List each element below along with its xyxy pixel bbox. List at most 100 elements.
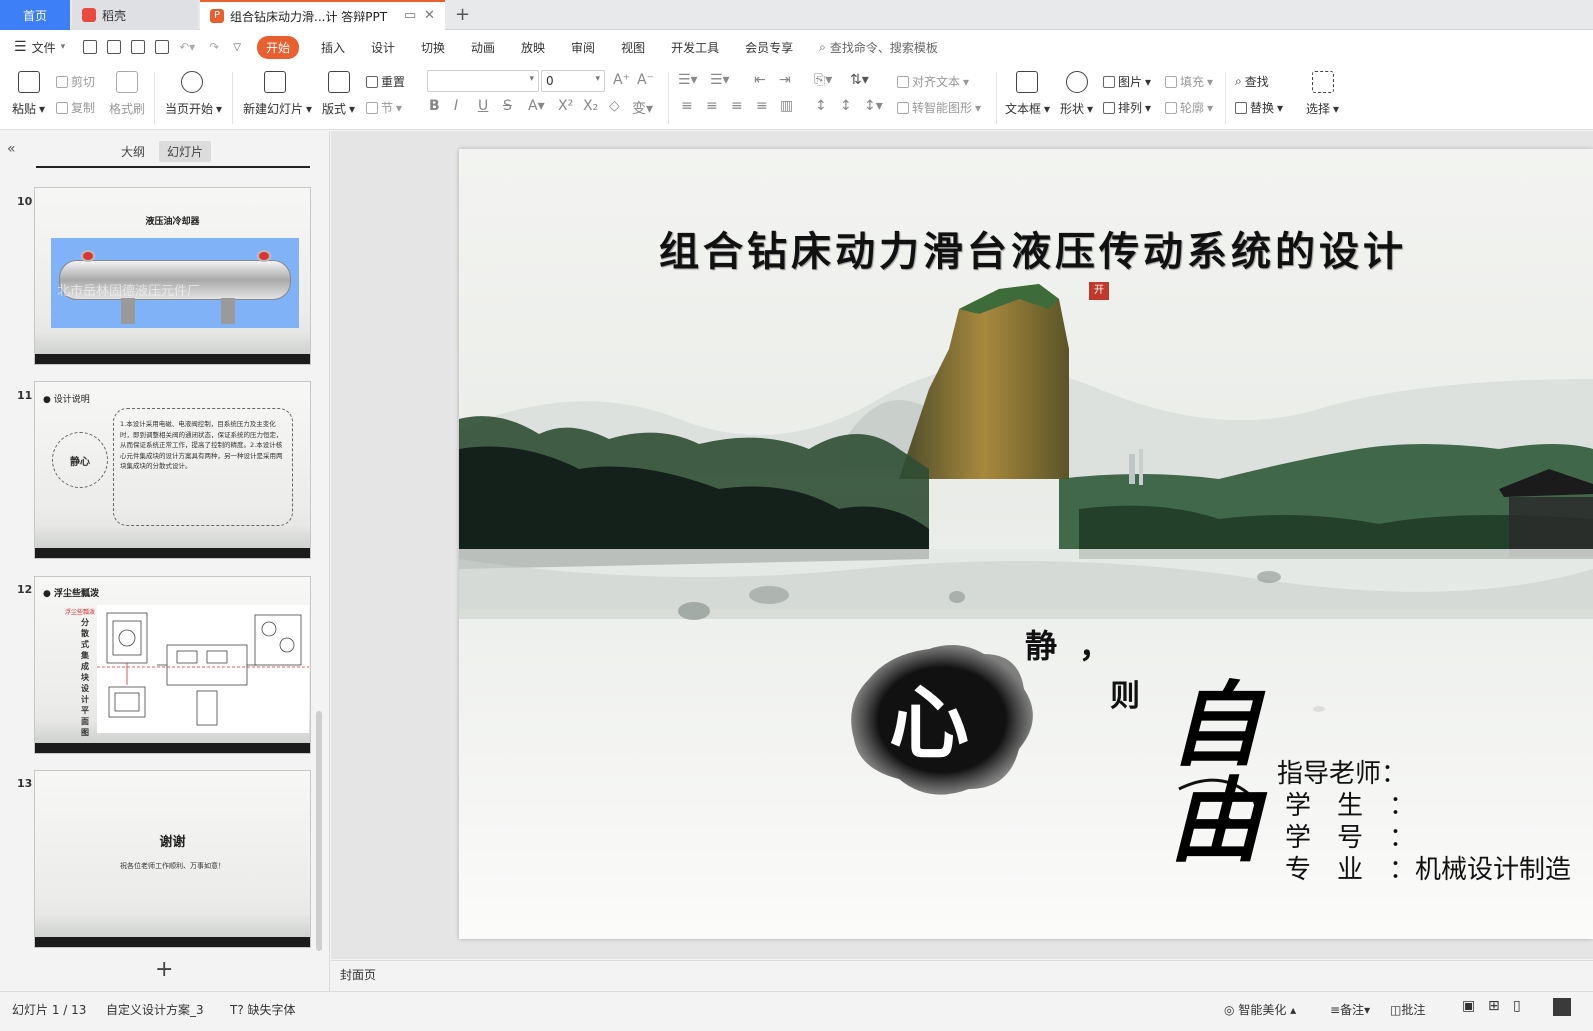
subscript-icon[interactable]: X₂ <box>583 98 598 114</box>
strikethrough-icon[interactable]: S <box>503 98 512 114</box>
print-icon[interactable] <box>131 40 146 54</box>
line-spacing-icon[interactable]: ↕ <box>815 98 827 114</box>
select-icon[interactable] <box>1312 71 1334 93</box>
beautify-button[interactable]: ◎ 智能美化 ▴ <box>1224 1001 1296 1018</box>
text-direction-icon[interactable]: ⎘▾ <box>814 72 832 88</box>
slide-title[interactable]: 组合钻床动力滑台液压传动系统的设计 <box>659 219 1407 277</box>
bullet-list-icon[interactable]: ☰▾ <box>678 72 698 88</box>
align-right-icon[interactable]: ≡ <box>731 98 743 114</box>
tab-slides[interactable]: 幻灯片 <box>159 141 212 162</box>
menu-animation[interactable]: 动画 <box>471 39 495 56</box>
layout-button[interactable]: 版式 ▾ <box>322 100 355 117</box>
font-size-select[interactable]: 0 ▾ <box>541 70 605 92</box>
clear-format-icon[interactable]: ◇ <box>609 98 620 114</box>
italic-icon[interactable]: I <box>454 98 458 114</box>
align-left-icon[interactable]: ≡ <box>681 98 693 114</box>
menu-transition[interactable]: 切换 <box>421 39 445 56</box>
picture-button[interactable]: 图片 ▾ <box>1103 73 1151 90</box>
menu-insert[interactable]: 插入 <box>321 39 345 56</box>
from-current-button[interactable]: 当页开始 ▾ <box>165 100 222 117</box>
tab-docer[interactable]: 稻壳 <box>72 0 198 30</box>
grow-font-icon[interactable]: A⁺ <box>613 72 630 88</box>
menu-view[interactable]: 视图 <box>621 39 645 56</box>
tab-outline[interactable]: 大纲 <box>113 141 153 162</box>
justify-icon[interactable]: ≡ <box>756 98 768 114</box>
current-slide[interactable]: 组合钻床动力滑台液压传动系统的设计 开 心 静 ， 则 自由 指导老师： 学 生… <box>459 149 1593 939</box>
decrease-indent-icon[interactable]: ⇤ <box>754 72 766 88</box>
smartart-button[interactable]: 转智能图形 ▾ <box>897 99 981 116</box>
slide-thumbnail-10[interactable]: 液压油冷却器 北市岳林固德液压元件厂 <box>34 187 311 365</box>
new-slide-button[interactable]: 新建幻灯片 ▾ <box>243 100 312 117</box>
notes-pane[interactable]: 封面页 <box>331 960 1593 990</box>
slide-thumbnail-11[interactable]: ● 设计说明 静心 1.本设计采用电磁、电液阀控制，目系统压力及主变化时，即到调… <box>34 381 311 559</box>
copy-button[interactable]: 复制 <box>56 99 95 116</box>
add-slide-button[interactable]: + <box>155 957 173 982</box>
command-search[interactable]: 查找命令、搜索模板 <box>830 39 938 56</box>
print-preview-icon[interactable] <box>155 40 170 54</box>
section-button[interactable]: 节 ▾ <box>366 99 402 116</box>
slide-thumbnail-12[interactable]: ● 浮尘些瓢泼 浮尘些瓢泼 分散式集成块设计平面图 <box>34 576 311 754</box>
menu-start[interactable]: 开始 <box>256 35 299 59</box>
spacing-more-icon[interactable]: ↕▾ <box>864 98 883 114</box>
reading-view-icon[interactable]: ▯ <box>1513 998 1521 1014</box>
shape-icon[interactable] <box>1066 71 1088 93</box>
layout-icon[interactable] <box>328 71 350 93</box>
play-icon[interactable] <box>181 71 203 93</box>
missing-font-button[interactable]: T? 缺失字体 <box>230 1001 296 1018</box>
align-text-button[interactable]: 对齐文本 ▾ <box>897 73 969 90</box>
save-icon[interactable] <box>83 40 98 54</box>
bold-icon[interactable]: B <box>429 98 440 114</box>
menu-membership[interactable]: 会员专享 <box>745 39 793 56</box>
panel-scrollbar[interactable] <box>316 711 322 951</box>
textbox-button[interactable]: 文本框 ▾ <box>1005 100 1050 117</box>
close-tab-icon[interactable]: ✕ <box>424 8 435 23</box>
collapse-panel-icon[interactable]: « <box>7 141 16 157</box>
superscript-icon[interactable]: X² <box>558 98 573 114</box>
paste-button[interactable]: 粘贴 ▾ <box>12 100 45 117</box>
tab-home[interactable]: 首页 <box>0 0 70 30</box>
underline-icon[interactable]: U <box>478 98 488 114</box>
align-center-icon[interactable]: ≡ <box>706 98 718 114</box>
font-color-icon[interactable]: A▾ <box>528 98 545 114</box>
undo-icon[interactable]: ↶▾ <box>179 40 195 54</box>
shrink-font-icon[interactable]: A⁻ <box>637 72 654 88</box>
comments-button[interactable]: ◫批注 <box>1390 1001 1425 1018</box>
replace-button[interactable]: 替换 ▾ <box>1235 99 1283 116</box>
menu-design[interactable]: 设计 <box>371 39 395 56</box>
cut-button[interactable]: 剪切 <box>56 73 95 90</box>
find-button[interactable]: ⌕ 查找 <box>1235 73 1269 90</box>
menu-review[interactable]: 审阅 <box>571 39 595 56</box>
new-tab-button[interactable]: + <box>455 4 470 25</box>
slide-thumbnail-13[interactable]: 谢谢 祝各位老师工作顺利、万事如意！ <box>34 770 311 948</box>
shape-button[interactable]: 形状 ▾ <box>1060 100 1093 117</box>
customize-icon[interactable]: ▽ <box>233 42 241 53</box>
textbox-icon[interactable] <box>1016 71 1038 93</box>
menu-developer[interactable]: 开发工具 <box>671 39 719 56</box>
normal-view-icon[interactable]: ▣ <box>1462 998 1475 1014</box>
redo-icon[interactable]: ↷ <box>209 40 219 54</box>
sorter-view-icon[interactable]: ⊞ <box>1488 998 1500 1014</box>
file-menu[interactable]: ☰ 文件 ▾ <box>14 39 65 56</box>
format-painter-button[interactable]: 格式刷 <box>109 100 145 117</box>
paragraph-spacing-icon[interactable]: ↕ <box>840 98 852 114</box>
theme-name[interactable]: 自定义设计方案_3 <box>106 1001 204 1018</box>
select-button[interactable]: 选择 ▾ <box>1306 100 1339 117</box>
paste-icon[interactable] <box>18 71 40 93</box>
major-line[interactable]: 专 业 ：机械设计制造 <box>1285 849 1571 886</box>
slideshow-button[interactable] <box>1553 998 1571 1016</box>
export-icon[interactable] <box>107 40 122 54</box>
numbered-list-icon[interactable]: ☰▾ <box>710 72 730 88</box>
reset-button[interactable]: 重置 <box>366 73 405 90</box>
font-family-select[interactable]: ▾ <box>427 70 539 92</box>
pin-icon[interactable]: ▭ <box>404 8 416 23</box>
menu-slideshow[interactable]: 放映 <box>521 39 545 56</box>
new-slide-icon[interactable] <box>264 71 286 93</box>
format-painter-icon[interactable] <box>116 71 138 93</box>
notes-button[interactable]: ≡备注▾ <box>1330 1001 1370 1018</box>
fill-button[interactable]: 填充 ▾ <box>1165 73 1213 90</box>
increase-indent-icon[interactable]: ⇥ <box>779 72 791 88</box>
distribute-icon[interactable]: ▥ <box>780 98 793 114</box>
sort-icon[interactable]: ⇅▾ <box>850 72 869 88</box>
phonetic-icon[interactable]: 变▾ <box>632 98 653 118</box>
outline-button[interactable]: 轮廓 ▾ <box>1165 99 1213 116</box>
